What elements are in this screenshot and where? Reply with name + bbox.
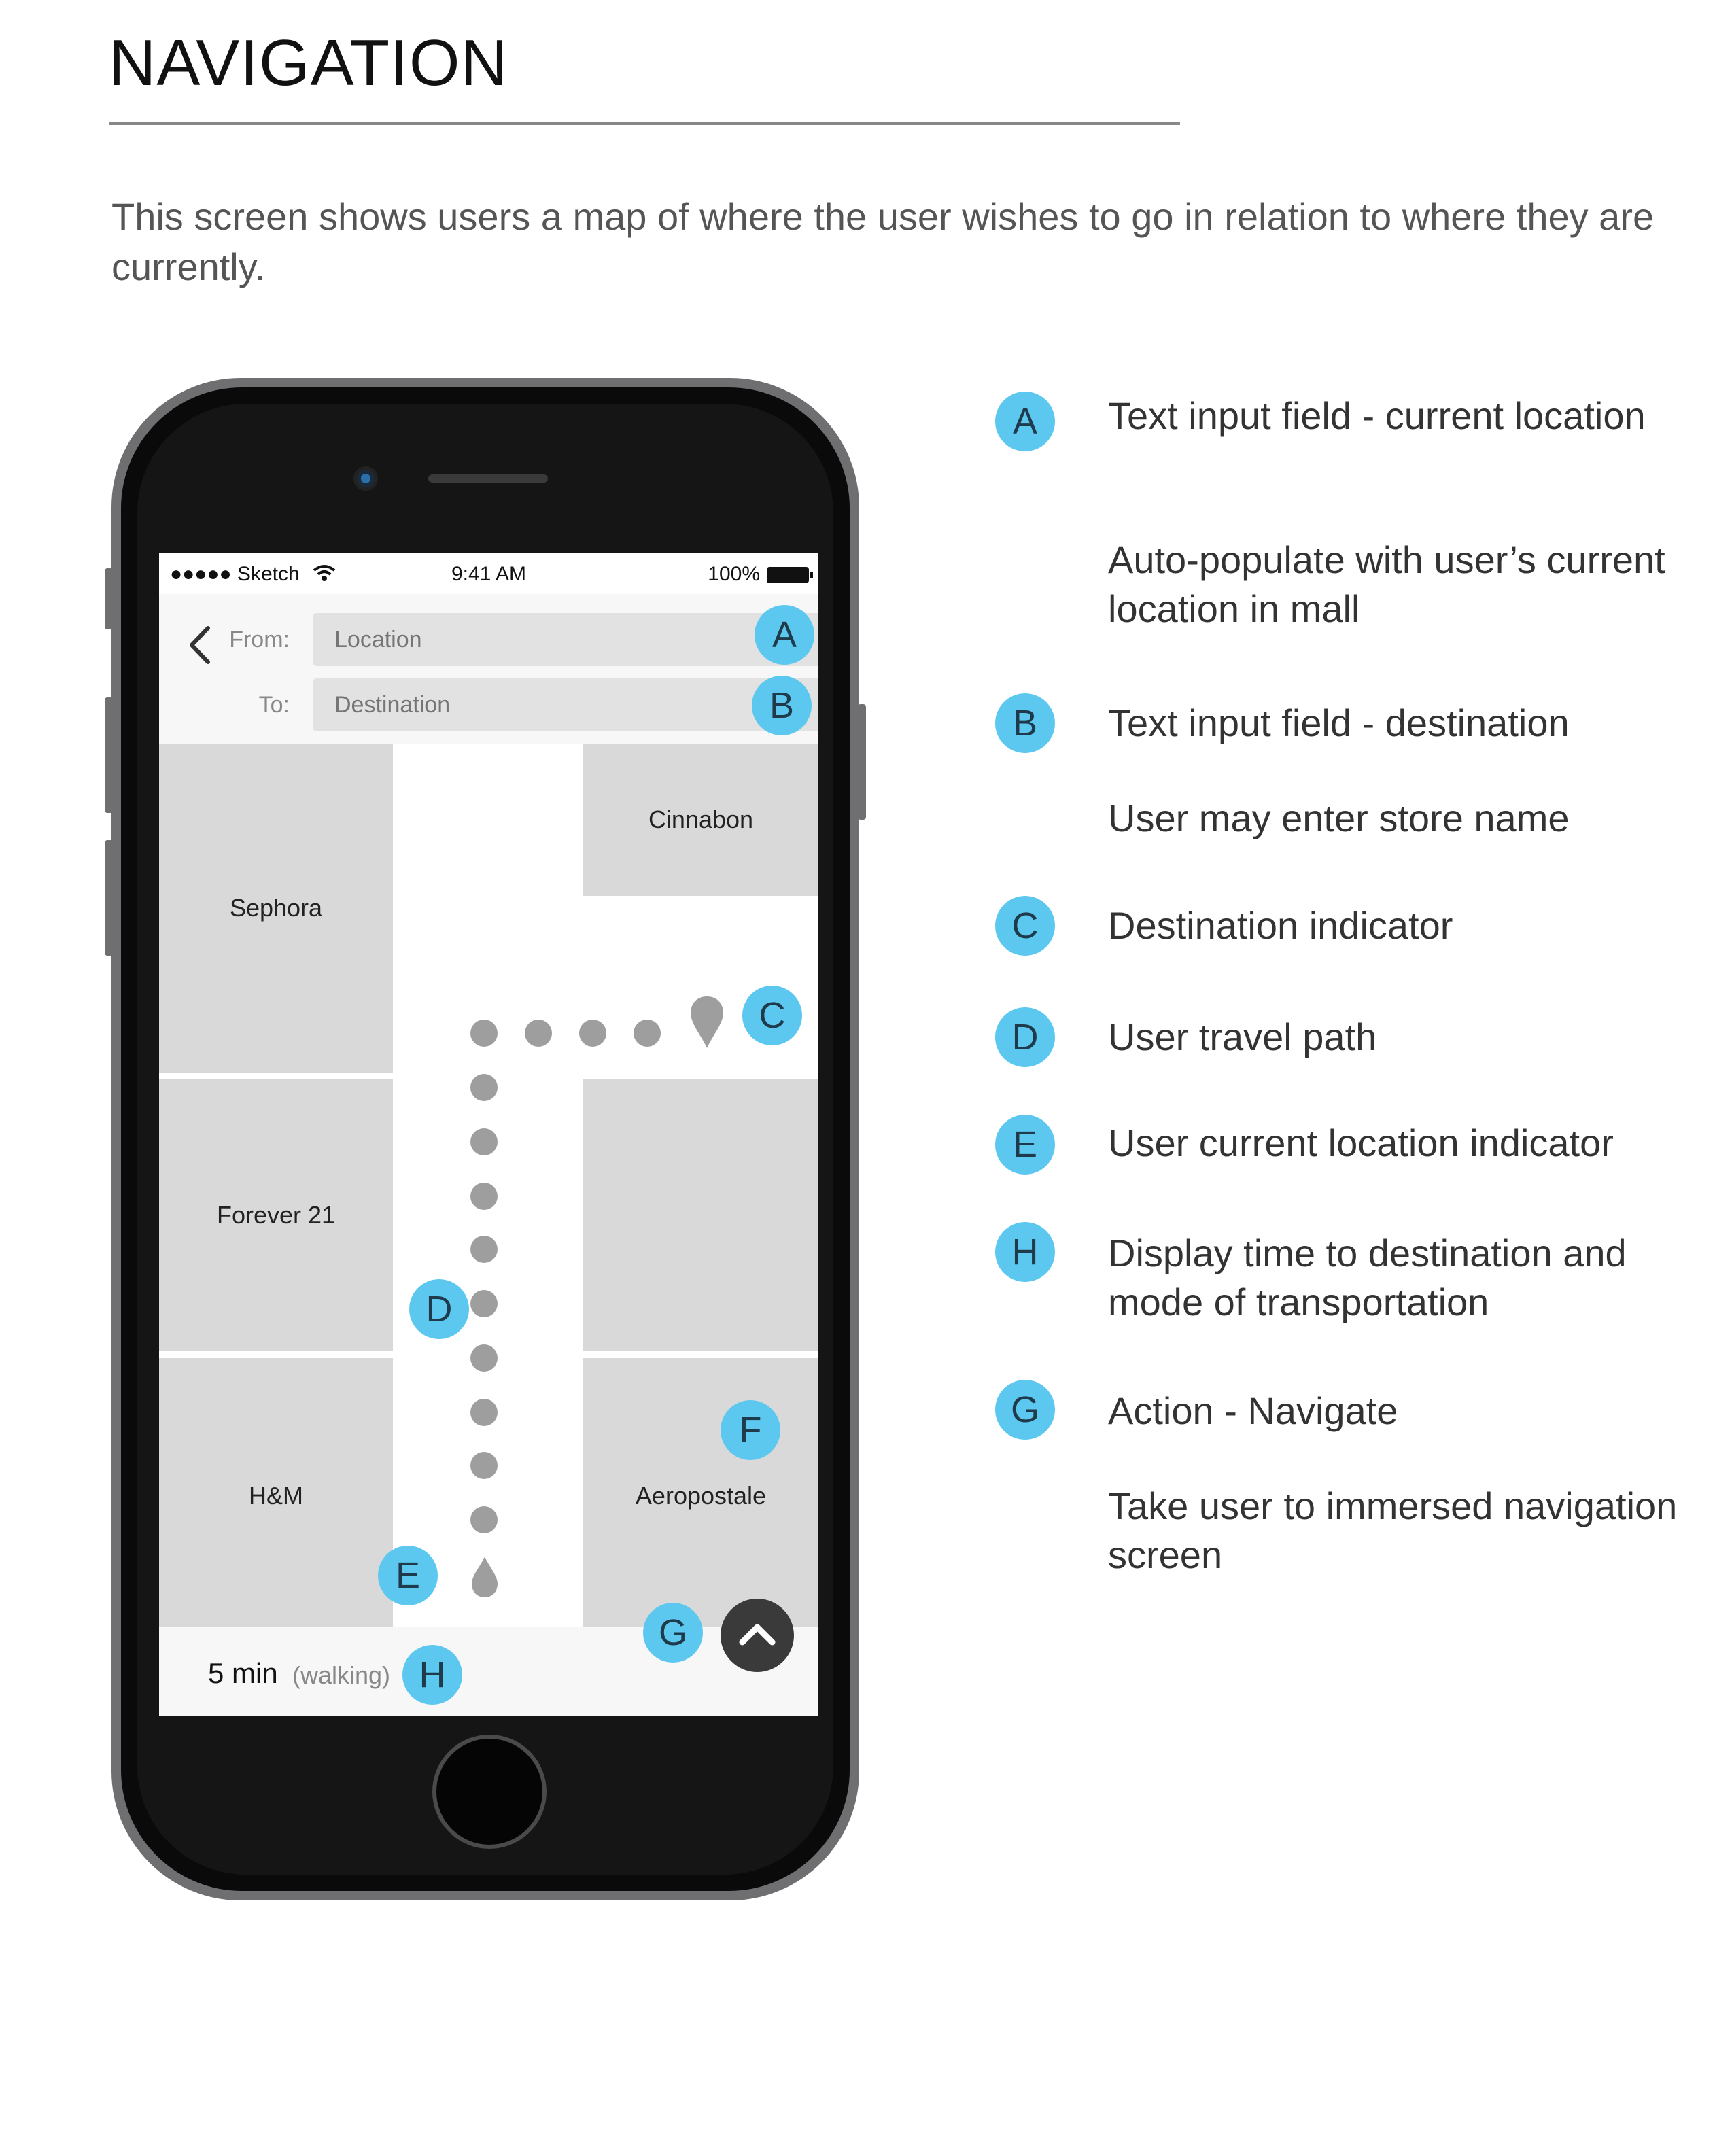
callout-h: H xyxy=(402,1645,462,1705)
to-label: To: xyxy=(258,692,290,718)
power-button xyxy=(858,704,866,820)
eta-bar: 5 min (walking) xyxy=(159,1627,818,1716)
callout-c: C xyxy=(742,986,802,1045)
legend-c-title: Destination indicator xyxy=(1108,904,1453,947)
path-dot xyxy=(470,1183,498,1210)
legend-badge-c: C xyxy=(995,896,1055,956)
battery-percent: 100% xyxy=(708,563,760,585)
legend-badge-g: G xyxy=(995,1380,1055,1440)
battery-icon xyxy=(767,567,813,583)
path-dot xyxy=(470,1452,498,1479)
eta-time: 5 min xyxy=(208,1657,278,1689)
legend-badge-e: E xyxy=(995,1115,1055,1175)
eta-transport-mode: (walking) xyxy=(292,1661,391,1689)
path-dot xyxy=(470,1074,498,1101)
path-dot xyxy=(470,1128,498,1155)
path-dot xyxy=(579,1020,606,1047)
callout-e: E xyxy=(378,1546,438,1605)
legend-badge-h: H xyxy=(995,1222,1055,1282)
path-dot xyxy=(470,1290,498,1317)
store-hm[interactable]: H&M xyxy=(159,1358,393,1634)
volume-down-button xyxy=(105,840,113,956)
front-camera-icon xyxy=(353,466,378,491)
earpiece-speaker xyxy=(428,474,548,483)
path-dot xyxy=(470,1506,498,1533)
phone-screen: ●●●●● Sketch 9:41 AM 100% From: To: Seph… xyxy=(159,553,818,1716)
callout-f: F xyxy=(721,1400,780,1460)
store-forever21[interactable]: Forever 21 xyxy=(159,1079,393,1351)
legend-badge-a: A xyxy=(995,392,1055,451)
callout-g: G xyxy=(643,1603,703,1663)
chevron-up-icon xyxy=(739,1624,776,1646)
callout-b: B xyxy=(752,676,812,735)
legend-badge-d: D xyxy=(995,1007,1055,1067)
volume-up-button xyxy=(105,697,113,813)
mute-switch xyxy=(105,568,113,629)
from-location-field[interactable] xyxy=(313,613,818,666)
navigate-button[interactable] xyxy=(721,1599,794,1672)
from-label: From: xyxy=(229,627,290,653)
current-location-drop-icon xyxy=(472,1557,498,1597)
intro-paragraph: This screen shows users a map of where t… xyxy=(111,195,1655,288)
legend-g-title: Action - Navigate xyxy=(1108,1389,1398,1432)
legend-h-title: Display time to destination and mode of … xyxy=(1108,1232,1627,1323)
destination-field[interactable] xyxy=(313,678,818,731)
status-bar: ●●●●● Sketch 9:41 AM 100% xyxy=(159,553,818,594)
title-divider xyxy=(109,122,1180,125)
path-dot xyxy=(470,1344,498,1372)
legend-a-note: Auto-populate with user’s current locati… xyxy=(1108,538,1665,630)
callout-a: A xyxy=(755,605,814,665)
path-dot xyxy=(470,1399,498,1426)
path-dot xyxy=(470,1236,498,1263)
legend-b-note: User may enter store name xyxy=(1108,797,1570,839)
home-button[interactable] xyxy=(432,1735,547,1849)
legend-badge-b: B xyxy=(995,693,1055,753)
path-dot xyxy=(634,1020,661,1047)
store-aeropostale[interactable]: Aeropostale xyxy=(583,1358,818,1634)
mall-map: Sephora Cinnabon Forever 21 H&M Aeropost… xyxy=(159,744,818,1648)
path-dot xyxy=(470,1020,498,1047)
legend-d-title: User travel path xyxy=(1108,1015,1377,1058)
page-title: NAVIGATION xyxy=(109,27,508,99)
store-sephora[interactable]: Sephora xyxy=(159,744,393,1073)
callout-d: D xyxy=(409,1279,469,1339)
legend-g-note: Take user to immersed navigation screen xyxy=(1108,1484,1678,1576)
store-unlabeled[interactable] xyxy=(583,1079,818,1351)
path-dot xyxy=(525,1020,552,1047)
legend-b-title: Text input field - destination xyxy=(1108,701,1570,744)
legend-e-title: User current location indicator xyxy=(1108,1122,1614,1164)
store-cinnabon[interactable]: Cinnabon xyxy=(583,744,818,896)
legend-a-title: Text input field - current location xyxy=(1108,394,1646,437)
destination-pin-icon xyxy=(691,996,723,1048)
